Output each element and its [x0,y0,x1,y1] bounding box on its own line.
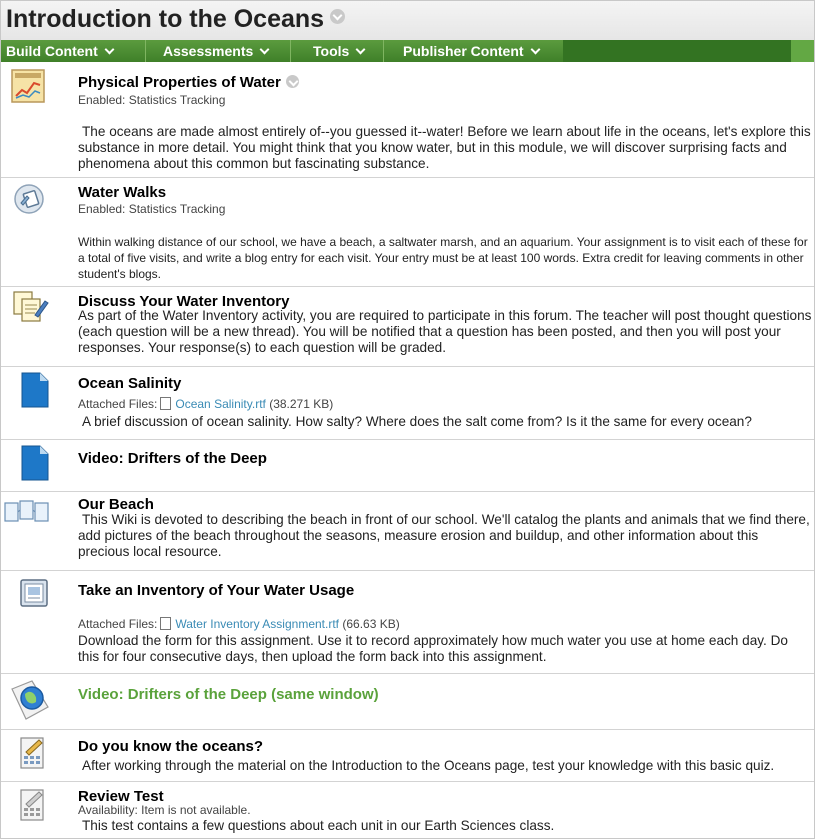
file-icon [160,617,172,630]
page-title-text: Introduction to the Oceans [6,5,325,33]
assignment-icon [20,579,48,607]
content-item: Ocean Salinity Attached Files: Ocean Sali… [1,367,814,440]
page-header: Introduction to the Oceans [1,1,814,40]
file-icon [160,397,172,410]
item-title-link[interactable]: Do you know the oceans? [78,738,263,755]
attached-files: Attached Files: Water Inventory Assignmen… [78,615,400,631]
page-title: Introduction to the Oceans [6,5,346,34]
item-description: This test contains a few questions about… [82,818,555,833]
content-area: Introduction to the Oceans Build Content… [0,0,815,839]
content-item: Take an Inventory of Your Water Usage At… [1,571,814,674]
tools-menu[interactable]: Tools [313,40,366,62]
item-meta: Enabled: Statistics Tracking [78,202,226,216]
item-description: A brief discussion of ocean salinity. Ho… [82,414,752,429]
chevron-down-icon [530,44,541,55]
content-item: Video: Drifters of the Deep [1,440,814,492]
build-content-label: Build Content [6,43,98,59]
item-title-link[interactable]: Water Walks [78,184,166,201]
item-description: The oceans are made almost entirely of--… [78,124,811,171]
item-description: As part of the Water Inventory activity,… [78,308,812,355]
chevron-down-icon[interactable] [330,9,346,24]
discussion-icon [13,291,49,322]
item-meta: Availability: Item is not available. [78,803,251,817]
item-description: After working through the material on th… [82,758,775,773]
build-content-menu[interactable]: Build Content [6,40,115,62]
menu-bar-filler [563,40,791,62]
content-item: Review Test Availability: Item is not av… [1,782,814,838]
publisher-content-menu[interactable]: Publisher Content [403,40,541,62]
menu-divider [290,40,291,62]
assessments-menu[interactable]: Assessments [163,40,270,62]
menu-divider [383,40,384,62]
item-title-link[interactable]: Physical Properties of Water [78,74,299,91]
content-item: Our Beach This Wiki is devoted to descri… [1,492,814,571]
item-title-link[interactable]: Video: Drifters of the Deep (same window… [78,686,379,703]
item-meta: Enabled: Statistics Tracking [78,93,226,107]
tools-label: Tools [313,43,350,59]
assessments-label: Assessments [163,43,254,59]
item-title-link[interactable]: Take an Inventory of Your Water Usage [78,582,354,599]
item-description: Download the form for this assignment. U… [78,633,788,664]
content-item: Video: Drifters of the Deep (same window… [1,674,814,730]
content-item: Do you know the oceans? After working th… [1,730,814,782]
wiki-icon [4,500,49,522]
item-title-text: Physical Properties of Water [78,74,281,91]
document-icon [21,445,49,481]
action-bar: Build Content Assessments Tools Publishe… [1,40,814,62]
menu-divider [145,40,146,62]
item-title-link[interactable]: Our Beach [78,496,154,513]
chart-icon [11,69,45,103]
document-icon [21,372,49,408]
file-size: (66.63 KB) [342,617,400,631]
chevron-down-icon [104,44,115,55]
test-icon [20,789,44,821]
item-description: Within walking distance of our school, w… [78,235,808,281]
file-size: (38.271 KB) [269,397,334,411]
chevron-down-icon[interactable] [285,75,299,88]
attached-files-label: Attached Files: [78,617,158,631]
attached-file-link[interactable]: Ocean Salinity.rtf [175,397,265,411]
attached-files: Attached Files: Ocean Salinity.rtf (38.27… [78,395,333,411]
item-description: This Wiki is devoted to describing the b… [78,512,810,559]
item-title-link[interactable]: Video: Drifters of the Deep [78,450,267,467]
blog-icon [14,184,44,214]
chevron-down-icon [355,44,366,55]
chevron-down-icon [259,44,270,55]
publisher-content-label: Publisher Content [403,43,524,59]
test-icon [20,737,44,769]
item-title-link[interactable]: Ocean Salinity [78,375,181,392]
menu-bar-end [791,40,814,62]
content-item: Discuss Your Water Inventory As part of … [1,287,814,367]
content-item: Physical Properties of Water Enabled: St… [1,62,814,178]
attached-files-label: Attached Files: [78,397,158,411]
web-link-icon [11,680,49,720]
content-item: Water Walks Enabled: Statistics Tracking… [1,178,814,287]
attached-file-link[interactable]: Water Inventory Assignment.rtf [175,617,339,631]
